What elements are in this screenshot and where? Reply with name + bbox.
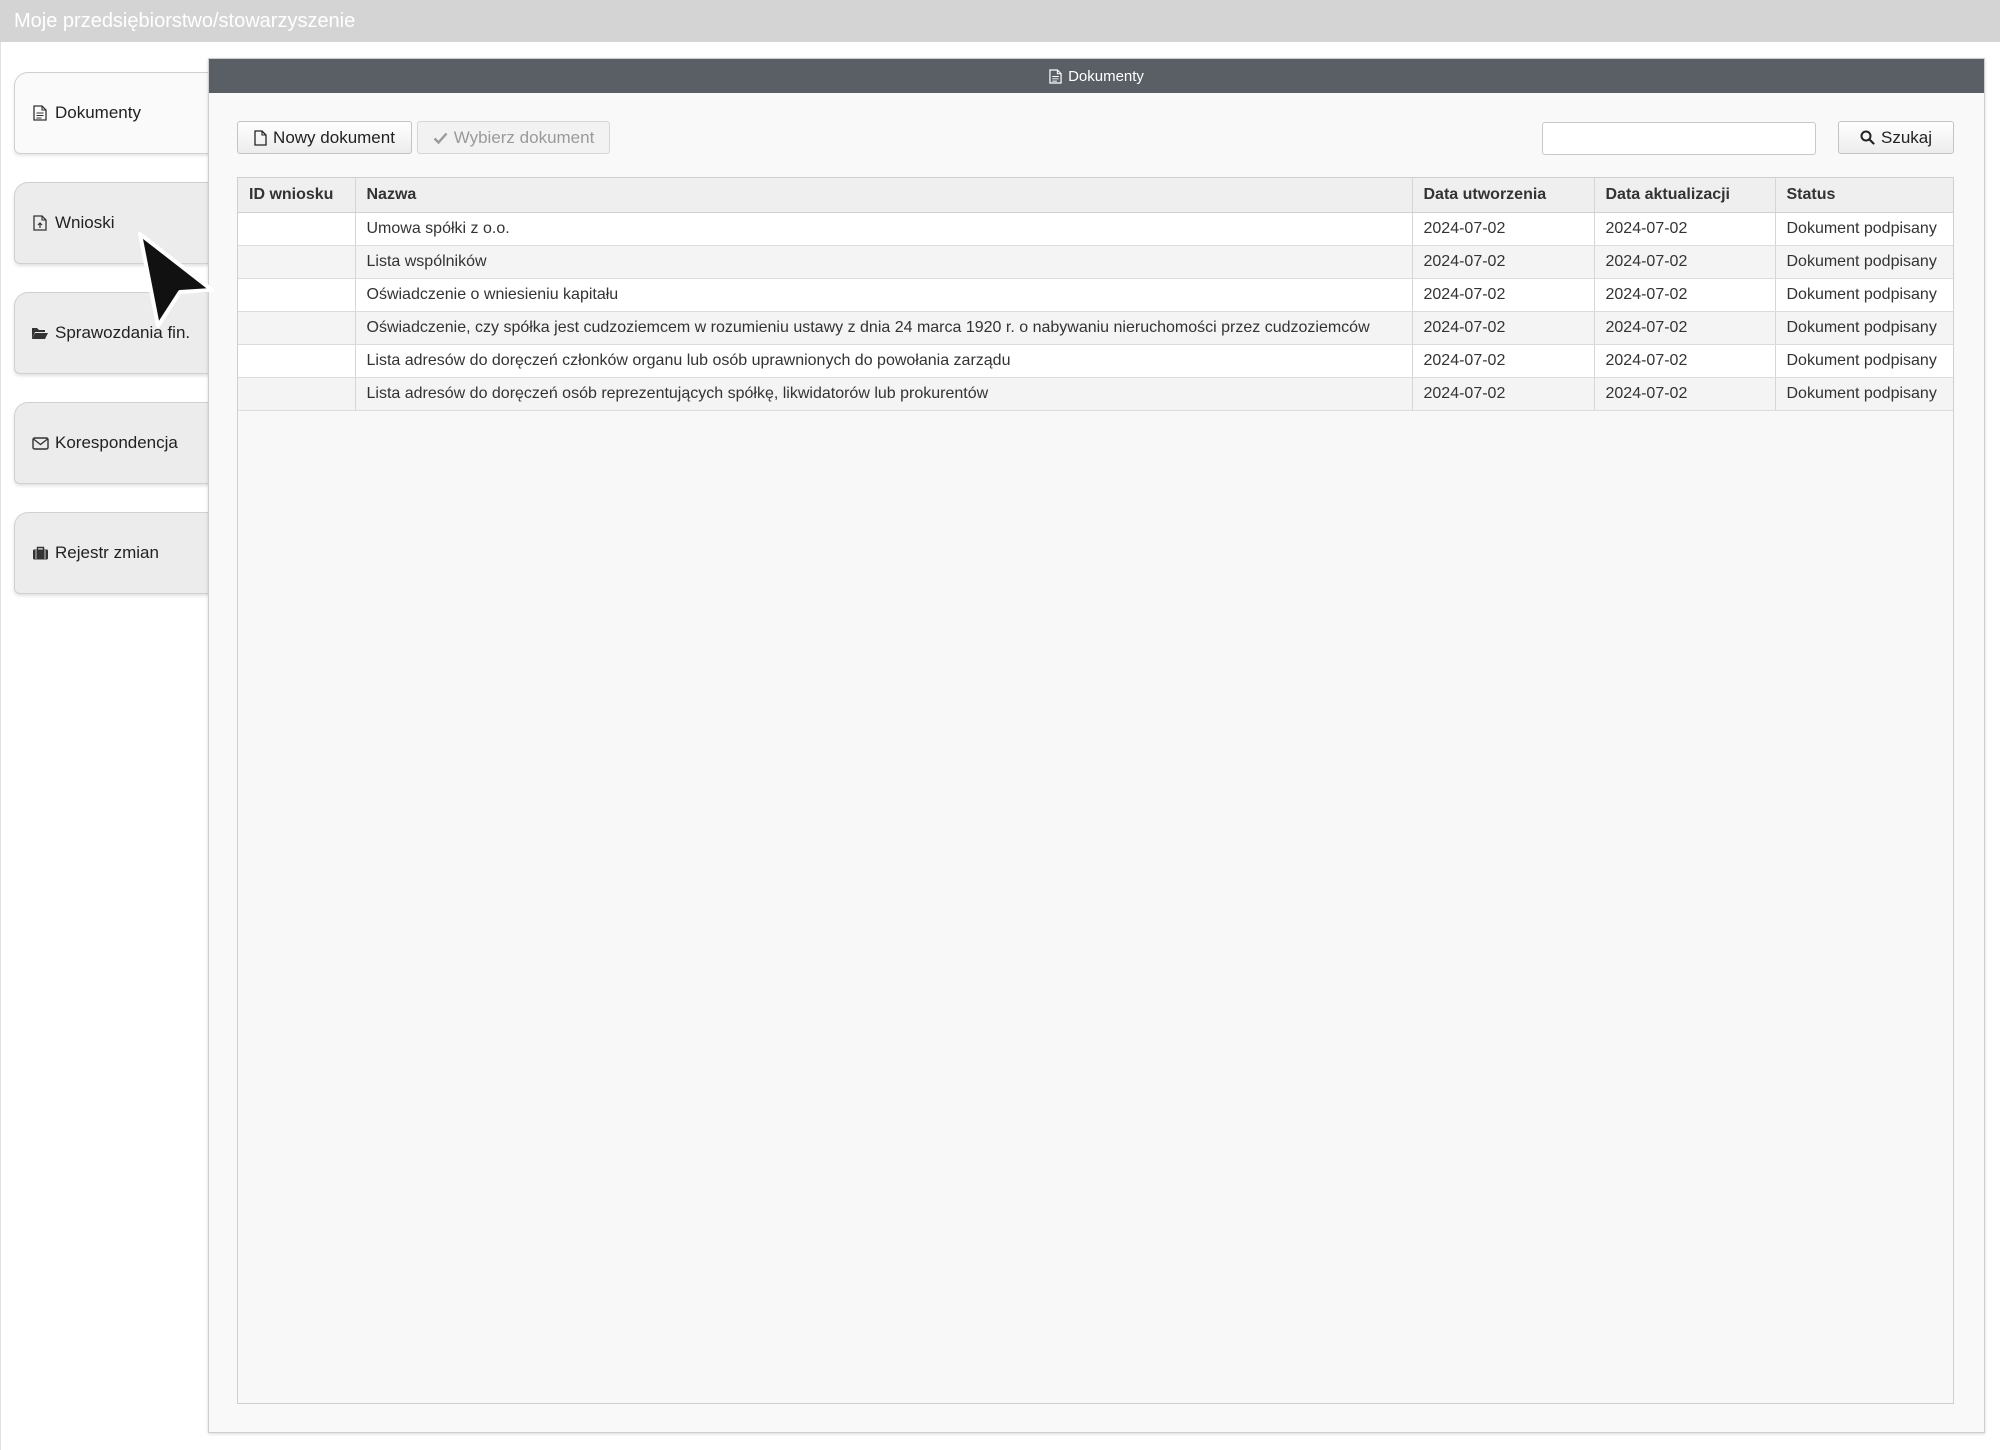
table-row[interactable]: Lista adresów do doręczeń osób reprezent… <box>238 377 1953 411</box>
table-header-row: ID wniosku Nazwa Data utworzenia Data ak… <box>238 178 1953 213</box>
sidebar-item-label: Korespondencja <box>55 433 178 452</box>
search-button[interactable]: Szukaj <box>1838 121 1954 154</box>
cell-name: Lista wspólników <box>355 245 1413 279</box>
cell-updated: 2024-07-02 <box>1594 311 1776 345</box>
cell-created: 2024-07-02 <box>1412 377 1595 411</box>
sidebar-item-label: Rejestr zmian <box>55 543 159 562</box>
cell-name: Oświadczenie, czy spółka jest cudzoziemc… <box>355 311 1413 345</box>
cell-status: Dokument podpisany <box>1775 212 1953 246</box>
table-row[interactable]: Umowa spółki z o.o. 2024-07-02 2024-07-0… <box>238 212 1953 246</box>
cell-status: Dokument podpisany <box>1775 344 1953 378</box>
cell-id <box>238 311 356 345</box>
sidebar-item-wnioski[interactable]: Wnioski <box>14 182 209 264</box>
cell-status: Dokument podpisany <box>1775 377 1953 411</box>
choose-document-label: Wybierz dokument <box>453 127 595 147</box>
cell-id <box>238 212 356 246</box>
new-document-button[interactable]: Nowy dokument <box>237 121 412 154</box>
documents-table: ID wniosku Nazwa Data utworzenia Data ak… <box>237 177 1954 1404</box>
sidebar-item-label: Dokumenty <box>55 103 141 122</box>
cell-created: 2024-07-02 <box>1412 212 1595 246</box>
search-icon <box>1860 130 1875 145</box>
column-header-updated[interactable]: Data aktualizacji <box>1594 178 1776 213</box>
cell-id <box>238 344 356 378</box>
cell-status: Dokument podpisany <box>1775 278 1953 312</box>
cell-name: Lista adresów do doręczeń osób reprezent… <box>355 377 1413 411</box>
cell-updated: 2024-07-02 <box>1594 245 1776 279</box>
sidebar-item-rejestr-zmian[interactable]: Rejestr zmian <box>14 512 209 594</box>
search-button-label: Szukaj <box>1880 127 1933 147</box>
cell-status: Dokument podpisany <box>1775 311 1953 345</box>
sidebar-item-korespondencja[interactable]: Korespondencja <box>14 402 209 484</box>
column-header-name[interactable]: Nazwa <box>355 178 1413 213</box>
panel-header: Dokumenty <box>209 59 1984 93</box>
column-header-created[interactable]: Data utworzenia <box>1412 178 1595 213</box>
cell-created: 2024-07-02 <box>1412 344 1595 378</box>
cell-name: Umowa spółki z o.o. <box>355 212 1413 246</box>
column-header-id[interactable]: ID wniosku <box>238 178 356 213</box>
document-upload-icon <box>31 214 49 232</box>
panel-title: Dokumenty <box>1068 67 1144 85</box>
cell-created: 2024-07-02 <box>1412 311 1595 345</box>
sidebar-item-label: Sprawozdania fin. <box>55 323 191 342</box>
folder-open-icon <box>31 324 49 342</box>
cell-created: 2024-07-02 <box>1412 245 1595 279</box>
document-icon <box>1049 68 1062 84</box>
cell-id <box>238 278 356 312</box>
sidebar-item-label: Wnioski <box>55 213 115 232</box>
document-icon <box>31 104 49 122</box>
briefcase-icon <box>31 544 49 562</box>
cell-name: Oświadczenie o wniesieniu kapitału <box>355 278 1413 312</box>
window-title: Moje przedsiębiorstwo/stowarzyszenie <box>0 0 2000 42</box>
check-icon <box>433 132 448 144</box>
table-row[interactable]: Lista adresów do doręczeń członków organ… <box>238 344 1953 378</box>
cell-updated: 2024-07-02 <box>1594 278 1776 312</box>
file-icon <box>254 129 267 146</box>
table-row[interactable]: Oświadczenie, czy spółka jest cudzoziemc… <box>238 311 1953 345</box>
sidebar-item-sprawozdania[interactable]: Sprawozdania fin. <box>14 292 209 374</box>
cell-created: 2024-07-02 <box>1412 278 1595 312</box>
envelope-icon <box>31 434 49 452</box>
cell-name: Lista adresów do doręczeń członków organ… <box>355 344 1413 378</box>
cell-id <box>238 245 356 279</box>
column-header-status[interactable]: Status <box>1775 178 1953 213</box>
cell-updated: 2024-07-02 <box>1594 212 1776 246</box>
search-input[interactable] <box>1542 122 1816 155</box>
cell-id <box>238 377 356 411</box>
new-document-label: Nowy dokument <box>273 127 395 147</box>
cell-updated: 2024-07-02 <box>1594 377 1776 411</box>
cell-updated: 2024-07-02 <box>1594 344 1776 378</box>
table-row[interactable]: Oświadczenie o wniesieniu kapitału 2024-… <box>238 278 1953 312</box>
table-row[interactable]: Lista wspólników 2024-07-02 2024-07-02 D… <box>238 245 1953 279</box>
cell-status: Dokument podpisany <box>1775 245 1953 279</box>
choose-document-button[interactable]: Wybierz dokument <box>417 121 610 154</box>
sidebar-item-dokumenty[interactable]: Dokumenty <box>14 72 209 154</box>
